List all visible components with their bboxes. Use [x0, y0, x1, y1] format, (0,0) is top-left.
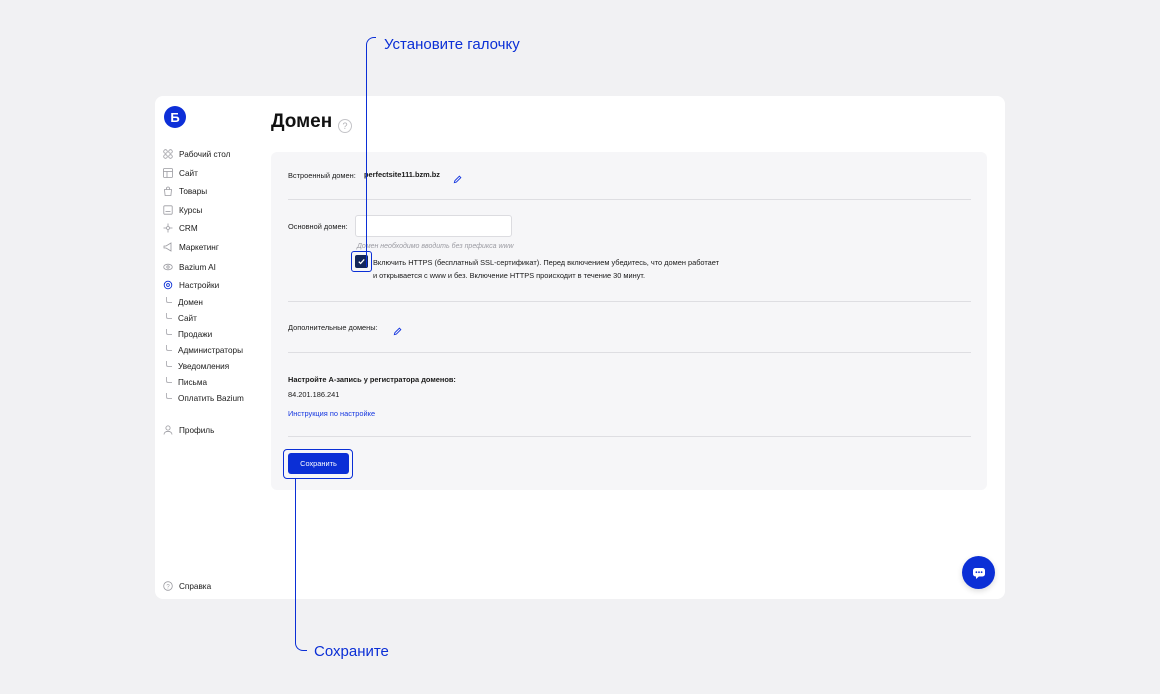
help-icon[interactable]: ?: [338, 119, 352, 133]
sidebar-item-dashboard[interactable]: Рабочий стол: [163, 148, 230, 160]
sidebar-item-profile[interactable]: Профиль: [163, 424, 214, 436]
sidebar-item-site[interactable]: Сайт: [163, 167, 198, 179]
subitem-label: Администраторы: [178, 345, 243, 355]
check-icon: [358, 259, 365, 265]
subitem-label: Продажи: [178, 329, 213, 339]
sidebar-item-label: Профиль: [179, 425, 215, 435]
sidebar-subitem-sales[interactable]: Продажи: [166, 328, 212, 340]
brand-logo[interactable]: Б: [164, 106, 186, 128]
sidebar-subitem-pay[interactable]: Оплатить Bazium: [166, 392, 244, 404]
https-text-line2: и открывается с www и без. Включение HTT…: [373, 271, 646, 280]
help-icon: ?: [163, 581, 173, 591]
sidebar-item-courses[interactable]: Курсы: [163, 204, 202, 216]
tree-line: [166, 361, 172, 367]
chat-icon: [972, 567, 985, 579]
callout-line-top: [366, 37, 376, 267]
ai-icon: [163, 262, 173, 272]
a-record-title: Настройте A-запись у регистратора домено…: [288, 375, 456, 384]
sidebar-item-label: Товары: [179, 186, 208, 196]
layout-icon: [163, 168, 173, 178]
divider: [288, 301, 971, 302]
https-text-line1: Включить HTTPS (бесплатный SSL-сертифика…: [373, 258, 720, 267]
sidebar-item-label: Курсы: [179, 205, 203, 215]
subitem-label: Письма: [178, 377, 208, 387]
instruction-link[interactable]: Инструкция по настройке: [288, 409, 375, 418]
sidebar-item-marketing[interactable]: Маркетинг: [163, 241, 219, 253]
callout-text-bottom: Сохраните: [314, 643, 389, 660]
gear-icon: [163, 280, 173, 290]
megaphone-icon: [163, 242, 173, 252]
tree-line: [166, 345, 172, 351]
chat-widget-button[interactable]: [962, 556, 995, 589]
sidebar-item-crm[interactable]: CRM: [163, 222, 198, 234]
divider: [288, 352, 971, 353]
dashboard-icon: [163, 149, 173, 159]
book-icon: [163, 205, 173, 215]
sidebar-item-label: CRM: [179, 223, 198, 233]
tree-line: [166, 297, 172, 303]
tree-line: [166, 377, 172, 383]
save-button[interactable]: Сохранить: [288, 453, 349, 474]
page-title: Домен: [271, 111, 333, 132]
subitem-label: Домен: [178, 297, 203, 307]
extra-domains-label: Дополнительные домены:: [288, 323, 378, 332]
subitem-label: Оплатить Bazium: [178, 393, 244, 403]
sidebar-subitem-notifications[interactable]: Уведомления: [166, 360, 229, 372]
subitem-label: Сайт: [178, 313, 197, 323]
subitem-label: Уведомления: [178, 361, 230, 371]
divider: [288, 436, 971, 437]
sidebar-item-help[interactable]: ? Справка: [163, 580, 211, 592]
tree-line: [166, 329, 172, 335]
sidebar-item-settings[interactable]: Настройки: [163, 279, 219, 291]
sidebar-item-label: Сайт: [179, 168, 198, 178]
sidebar-item-label: Bazium AI: [179, 262, 216, 272]
edit-pencil-icon[interactable]: [453, 171, 462, 184]
tree-line: [166, 313, 172, 319]
main-domain-label: Основной домен:: [288, 222, 348, 231]
divider: [288, 199, 971, 200]
main-domain-hint: Домен необходимо вводить без префикса ww…: [357, 243, 514, 250]
a-record-ip: 84.201.186.241: [288, 390, 340, 399]
crm-icon: [163, 223, 173, 233]
sidebar-item-bazium-ai[interactable]: Bazium AI: [163, 261, 216, 273]
logo-letter: Б: [170, 109, 180, 125]
sidebar-item-products[interactable]: Товары: [163, 185, 207, 197]
sidebar-subitem-domain[interactable]: Домен: [166, 296, 203, 308]
sidebar-subitem-site[interactable]: Сайт: [166, 312, 197, 324]
sidebar-subitem-admins[interactable]: Администраторы: [166, 344, 243, 356]
sidebar-item-label: Рабочий стол: [179, 149, 231, 159]
callout-text-top: Установите галочку: [384, 36, 520, 53]
main-domain-input[interactable]: [355, 215, 512, 237]
sidebar-item-label: Маркетинг: [179, 242, 219, 252]
tree-line: [166, 393, 172, 399]
svg-text:?: ?: [166, 584, 170, 590]
callout-line-bottom: [295, 479, 307, 651]
builtin-domain-label: Встроенный домен:: [288, 171, 356, 180]
bag-icon: [163, 186, 173, 196]
sidebar-subitem-letters[interactable]: Письма: [166, 376, 207, 388]
sidebar-item-label: Настройки: [179, 280, 220, 290]
sidebar-item-label: Справка: [179, 581, 212, 591]
edit-pencil-icon[interactable]: [393, 323, 402, 336]
domain-settings-card: [271, 152, 987, 490]
user-icon: [163, 425, 173, 435]
